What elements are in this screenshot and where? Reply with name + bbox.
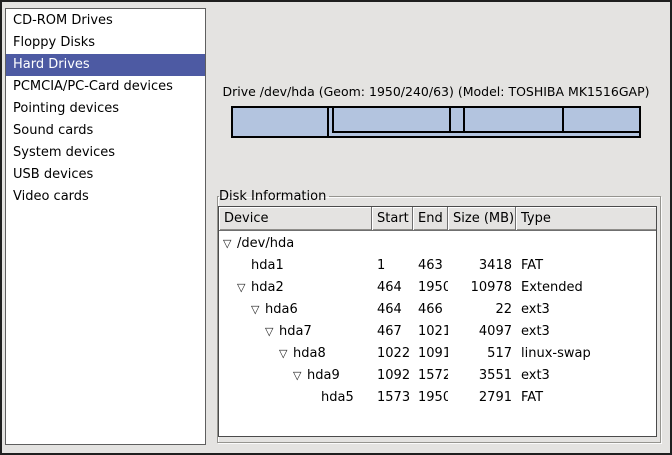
cell-start: 1573 xyxy=(372,387,413,409)
cell-end: 1021 xyxy=(413,321,448,343)
sidebar-item-sound-cards[interactable]: Sound cards xyxy=(6,120,205,142)
table-row-hda1[interactable]: hda1 14633418FAT xyxy=(219,255,656,277)
table-row-hda6[interactable]: ▽hda646446622ext3 xyxy=(219,299,656,321)
table-row-hda2[interactable]: ▽hda2464195010978Extended xyxy=(219,277,656,299)
cell-device: hda5 xyxy=(219,387,372,409)
cell-device: ▽hda9 xyxy=(219,365,372,387)
tree-expander-icon[interactable]: ▽ xyxy=(265,321,279,343)
cell-start: 467 xyxy=(372,321,413,343)
cell-end: 1950 xyxy=(413,387,448,409)
cell-start: 1 xyxy=(372,255,413,277)
cell-end: 1091 xyxy=(413,343,448,365)
cell-type xyxy=(516,233,656,255)
cell-start: 464 xyxy=(372,277,413,299)
column-header-end[interactable]: End xyxy=(413,207,448,230)
cell-device: ▽hda7 xyxy=(219,321,372,343)
cell-device: ▽hda2 xyxy=(219,277,372,299)
cell-end xyxy=(413,233,448,255)
cell-type: ext3 xyxy=(516,365,656,387)
logical-partition-divider xyxy=(449,108,451,131)
tree-expander-icon[interactable]: ▽ xyxy=(237,277,251,299)
sidebar-item-pointing-devices[interactable]: Pointing devices xyxy=(6,98,205,120)
cell-type: FAT xyxy=(516,255,656,277)
cell-size: 517 xyxy=(448,343,516,365)
cell-device: hda1 xyxy=(219,255,372,277)
cell-start: 1092 xyxy=(372,365,413,387)
table-body: ▽/dev/hdahda114633418FAT▽hda246419501097… xyxy=(219,231,656,409)
cell-device: ▽hda8 xyxy=(219,343,372,365)
device-name: /dev/hda xyxy=(237,233,294,255)
cell-end: 1572 xyxy=(413,365,448,387)
sidebar-item-usb-devices[interactable]: USB devices xyxy=(6,164,205,186)
partition-bar xyxy=(231,106,641,138)
disk-information-title: Disk Information xyxy=(219,189,329,204)
device-name: hda8 xyxy=(293,343,326,365)
device-name: hda6 xyxy=(265,299,298,321)
partition-segment-primary xyxy=(233,108,329,136)
cell-type: ext3 xyxy=(516,321,656,343)
disk-information-table: DeviceStartEndSize (MB)Type ▽/dev/hdahda… xyxy=(218,206,657,437)
column-header-start[interactable]: Start xyxy=(372,207,413,230)
hardware-browser-window: CD-ROM DrivesFloppy DisksHard DrivesPCMC… xyxy=(0,0,672,455)
table-header-row: DeviceStartEndSize (MB)Type xyxy=(219,207,656,231)
device-name: hda1 xyxy=(251,255,284,277)
sidebar-item-cd-rom-drives[interactable]: CD-ROM Drives xyxy=(6,10,205,32)
device-name: hda2 xyxy=(251,277,284,299)
sidebar-item-hard-drives[interactable]: Hard Drives xyxy=(6,54,205,76)
cell-size: 3551 xyxy=(448,365,516,387)
tree-expander-icon[interactable]: ▽ xyxy=(251,299,265,321)
cell-size xyxy=(448,233,516,255)
device-category-list: CD-ROM DrivesFloppy DisksHard DrivesPCMC… xyxy=(5,8,206,445)
cell-end: 466 xyxy=(413,299,448,321)
column-header-type[interactable]: Type xyxy=(516,207,656,230)
table-row-dev-hda[interactable]: ▽/dev/hda xyxy=(219,233,656,255)
sidebar-item-video-cards[interactable]: Video cards xyxy=(6,186,205,208)
cell-device: ▽/dev/hda xyxy=(219,233,372,255)
cell-start: 1022 xyxy=(372,343,413,365)
column-header-device[interactable]: Device xyxy=(219,207,372,230)
sidebar-item-pcmcia-pc-card-devices[interactable]: PCMCIA/PC-Card devices xyxy=(6,76,205,98)
cell-type: FAT xyxy=(516,387,656,409)
cell-type: Extended xyxy=(516,277,656,299)
device-name: hda7 xyxy=(279,321,312,343)
cell-type: linux-swap xyxy=(516,343,656,365)
cell-size: 22 xyxy=(448,299,516,321)
cell-type: ext3 xyxy=(516,299,656,321)
table-row-hda5[interactable]: hda5 157319502791FAT xyxy=(219,387,656,409)
device-name: hda9 xyxy=(307,365,340,387)
table-row-hda7[interactable]: ▽hda746710214097ext3 xyxy=(219,321,656,343)
cell-size: 10978 xyxy=(448,277,516,299)
cell-end: 463 xyxy=(413,255,448,277)
table-row-hda8[interactable]: ▽hda810221091517linux-swap xyxy=(219,343,656,365)
cell-size: 2791 xyxy=(448,387,516,409)
tree-expander-icon[interactable]: ▽ xyxy=(293,365,307,387)
sidebar-item-system-devices[interactable]: System devices xyxy=(6,142,205,164)
cell-size: 3418 xyxy=(448,255,516,277)
logical-partition-divider xyxy=(463,108,465,131)
cell-size: 4097 xyxy=(448,321,516,343)
cell-end: 1950 xyxy=(413,277,448,299)
table-row-hda9[interactable]: ▽hda9109215723551ext3 xyxy=(219,365,656,387)
logical-partition-divider xyxy=(562,108,564,131)
cell-start: 464 xyxy=(372,299,413,321)
cell-start xyxy=(372,233,413,255)
tree-expander-icon[interactable]: ▽ xyxy=(279,343,293,365)
column-header-size-mb[interactable]: Size (MB) xyxy=(448,207,516,230)
sidebar-item-floppy-disks[interactable]: Floppy Disks xyxy=(6,32,205,54)
tree-expander-icon[interactable]: ▽ xyxy=(223,233,237,255)
drive-label: Drive /dev/hda (Geom: 1950/240/63) (Mode… xyxy=(221,84,651,99)
cell-device: ▽hda6 xyxy=(219,299,372,321)
device-name: hda5 xyxy=(321,387,354,409)
partition-segment-extended xyxy=(332,108,639,133)
